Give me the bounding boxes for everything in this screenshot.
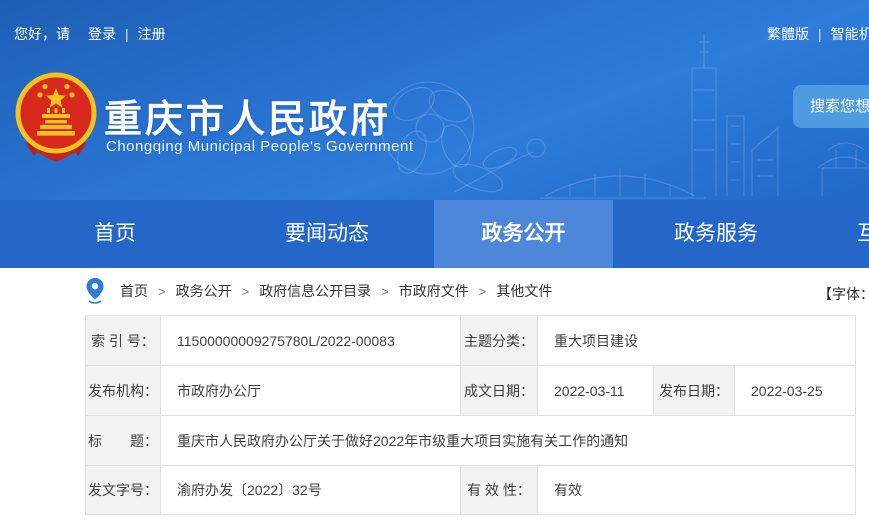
breadcrumb-item-gov-open[interactable]: 政务公开: [176, 281, 232, 301]
breadcrumb-item-info-catalog[interactable]: 政府信息公开目录: [259, 281, 371, 301]
breadcrumb-item-home[interactable]: 首页: [120, 281, 148, 301]
topic-category-label: 主题分类：: [461, 316, 538, 366]
breadcrumb-item-city-docs[interactable]: 市政府文件: [399, 281, 469, 301]
utility-topbar: 您好，请 登录 | 注册 繁體版 | 智能机器人: [14, 24, 869, 44]
issuing-agency-label: 发布机构：: [86, 366, 161, 416]
nav-item-interaction[interactable]: 互动交流: [857, 200, 869, 268]
site-subtitle-english: Chongqing Municipal People's Government: [106, 138, 414, 155]
breadcrumb-separator: >: [479, 284, 487, 299]
index-number-label: 索 引 号：: [86, 316, 161, 366]
breadcrumb-separator: >: [158, 284, 166, 299]
doc-title-label: 标 题：: [86, 416, 161, 466]
site-header: 您好，请 登录 | 注册 繁體版 | 智能机器人 重庆市人民政府 Chongqing Mu…: [0, 0, 869, 200]
doc-title-value: 重庆市人民政府办公厅关于做好2022年市级重大项目实施有关工作的通知: [161, 416, 856, 466]
doc-number-label: 发文字号：: [86, 466, 161, 515]
traditional-version-link[interactable]: 繁體版: [767, 26, 809, 42]
nav-item-news[interactable]: 要闻动态: [227, 200, 427, 268]
font-size-control[interactable]: 【字体：大 中 小】: [818, 284, 869, 304]
breadcrumb-separator: >: [381, 284, 389, 299]
doc-info-table: 索 引 号： 11500000009275780L/2022-00083 主题分…: [85, 315, 856, 515]
table-row: 索 引 号： 11500000009275780L/2022-00083 主题分…: [86, 316, 856, 366]
validity-value: 有效: [538, 466, 856, 515]
login-link[interactable]: 登录: [88, 26, 116, 42]
topbar-divider: |: [125, 26, 129, 42]
table-row: 发文字号： 渝府办发〔2022〕32号 有 效 性： 有效: [86, 466, 856, 515]
breadcrumb: 首页 > 政务公开 > 政府信息公开目录 > 市政府文件 > 其他文件: [86, 278, 552, 304]
doc-number-value: 渝府办发〔2022〕32号: [161, 466, 461, 515]
site-title: 重庆市人民政府: [104, 88, 391, 143]
index-number-value: 11500000009275780L/2022-00083: [161, 316, 461, 366]
national-emblem-logo: [14, 72, 98, 168]
topic-category-value: 重大项目建设: [538, 316, 856, 366]
publish-date-value: 2022-03-25: [735, 366, 856, 416]
nav-item-gov-services[interactable]: 政务服务: [616, 200, 816, 268]
validity-label: 有 效 性：: [461, 466, 538, 515]
topbar-divider-2: |: [818, 26, 822, 42]
smart-robot-link[interactable]: 智能机器人: [831, 26, 869, 42]
breadcrumb-separator: >: [242, 284, 250, 299]
table-row: 发布机构： 市政府办公厅 成文日期： 2022-03-11 发布日期： 2022…: [86, 366, 856, 416]
location-pin-icon: [86, 278, 104, 305]
nav-item-gov-info-open[interactable]: 政务公开: [434, 200, 613, 268]
greeting-text: 您好，请: [14, 26, 70, 42]
table-row: 标 题： 重庆市人民政府办公厅关于做好2022年市级重大项目实施有关工作的通知: [86, 416, 856, 466]
breadcrumb-item-other-docs[interactable]: 其他文件: [496, 281, 552, 301]
nav-item-home[interactable]: 首页: [15, 200, 215, 268]
written-date-label: 成文日期：: [461, 366, 538, 416]
register-link[interactable]: 注册: [138, 26, 166, 42]
search-input[interactable]: 搜索您想要的内容: [793, 85, 869, 128]
main-navigation: 首页 要闻动态 政务公开 政务服务 互动交流: [0, 200, 869, 268]
written-date-value: 2022-03-11: [538, 366, 654, 416]
issuing-agency-value: 市政府办公厅: [161, 366, 461, 416]
publish-date-label: 发布日期：: [654, 366, 735, 416]
